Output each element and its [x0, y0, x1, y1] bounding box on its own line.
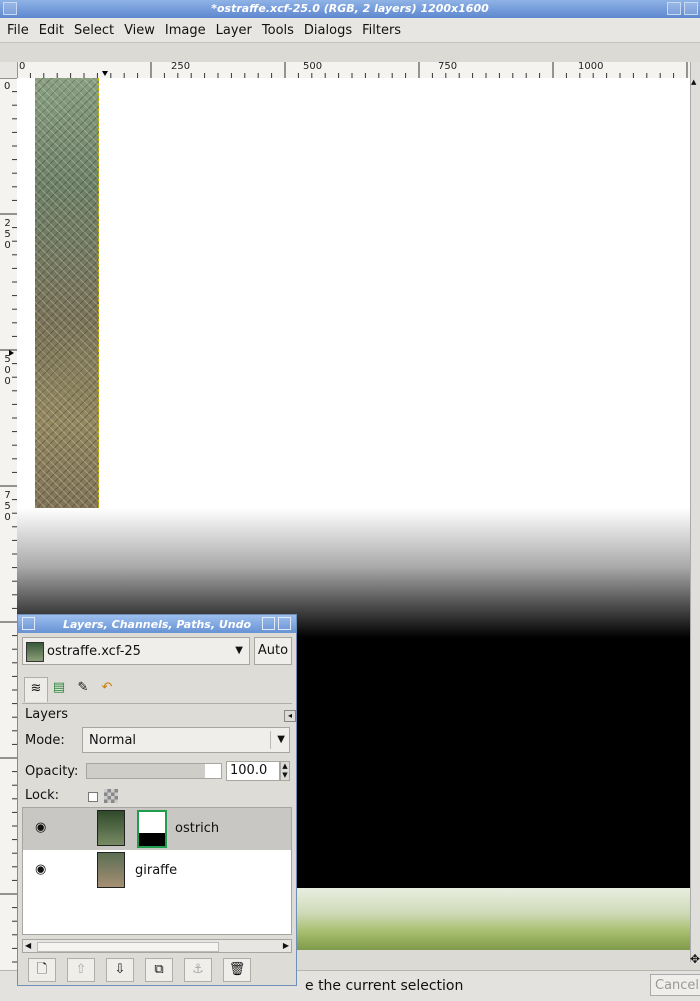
- layer-name: ostrich: [175, 821, 220, 836]
- dock-close-icon[interactable]: [278, 617, 291, 630]
- hruler-label-1000: 1000: [578, 62, 604, 72]
- menu-select[interactable]: Select: [69, 18, 119, 38]
- layer-list-scrollbar[interactable]: ◀ ▶: [22, 939, 292, 953]
- scroll-left-icon[interactable]: ◀: [25, 940, 31, 952]
- hruler-label-750: 750: [438, 62, 458, 72]
- new-layer-button[interactable]: 🗋: [28, 958, 56, 982]
- dock-title: Layers, Channels, Paths, Undo: [62, 618, 252, 631]
- layer-mask-thumbnail[interactable]: [137, 810, 167, 848]
- horizontal-ruler[interactable]: 0 250 500 750 1000: [17, 62, 690, 79]
- vruler-ticks: [0, 78, 17, 963]
- undo-tab-icon[interactable]: ↶: [96, 677, 118, 699]
- lock-alpha-icon: [104, 789, 118, 803]
- chevron-down-icon: ▼: [235, 645, 243, 656]
- mode-label: Mode:: [25, 733, 65, 748]
- chevron-down-icon: ▼: [277, 734, 285, 745]
- hruler-label-500: 500: [303, 62, 323, 72]
- menubar: File Edit Select View Image Layer Tools Dialogs…: [0, 18, 700, 43]
- layers-tab-icon[interactable]: ≋: [24, 677, 48, 702]
- menu-image[interactable]: Image: [160, 18, 211, 38]
- layers-header-label: Layers: [25, 707, 69, 722]
- opacity-spinner[interactable]: ▲ ▼: [280, 761, 290, 781]
- mode-select[interactable]: Normal ▼: [82, 727, 290, 753]
- pointer-marker-icon: [102, 71, 108, 76]
- vruler-label-750: 750: [2, 490, 13, 523]
- layer-name: giraffe: [135, 863, 178, 878]
- delete-layer-button[interactable]: 🗑: [223, 958, 251, 982]
- vertical-ruler[interactable]: 0 250 500 750: [0, 78, 18, 970]
- eye-icon[interactable]: ◉: [35, 820, 46, 835]
- layer-row-giraffe[interactable]: ◉ giraffe: [23, 850, 291, 892]
- layer-button-bar: 🗋 ⇧ ⇩ ⧉ ⚓ 🗑: [22, 957, 292, 983]
- menu-filters[interactable]: Filters: [357, 18, 406, 38]
- status-message: e the current selection: [305, 978, 464, 994]
- minimize-icon[interactable]: [667, 2, 681, 15]
- hruler-label-0: 0: [19, 62, 26, 72]
- paths-tab-icon[interactable]: ✎: [72, 677, 94, 699]
- dock-tabs: ≋ ▤ ✎ ↶: [22, 675, 292, 704]
- layers-dock: Layers, Channels, Paths, Undo ostraffe.x…: [17, 614, 297, 986]
- lock-label: Lock:: [25, 788, 60, 803]
- vertical-scrollbar[interactable]: ▲: [690, 62, 700, 962]
- channels-tab-icon[interactable]: ▤: [48, 677, 70, 699]
- opacity-slider-fill: [87, 764, 205, 778]
- menu-layer[interactable]: Layer: [211, 18, 257, 38]
- anchor-layer-button[interactable]: ⚓: [184, 958, 212, 982]
- maximize-icon[interactable]: [684, 2, 698, 15]
- lower-layer-button[interactable]: ⇩: [106, 958, 134, 982]
- image-selector-label: ostraffe.xcf-25: [47, 644, 141, 659]
- scroll-right-icon[interactable]: ▶: [283, 940, 289, 952]
- scroll-up-icon[interactable]: ▲: [691, 78, 696, 86]
- auto-button[interactable]: Auto: [254, 637, 292, 665]
- image-selector[interactable]: ostraffe.xcf-25 ▼: [22, 637, 250, 665]
- opacity-label: Opacity:: [25, 764, 79, 779]
- layer-thumbnail: [97, 810, 125, 846]
- tab-menu-icon[interactable]: ◂: [284, 710, 296, 722]
- dock-minimize-icon[interactable]: [262, 617, 275, 630]
- menu-tools[interactable]: Tools: [257, 18, 299, 38]
- opacity-value-field[interactable]: 100.0: [226, 761, 280, 781]
- lock-alpha-checkbox[interactable]: [88, 792, 98, 802]
- menu-edit[interactable]: Edit: [34, 18, 69, 38]
- vruler-label-500: 500: [2, 354, 13, 387]
- cancel-button[interactable]: Cancel: [650, 974, 700, 996]
- menu-dialogs[interactable]: Dialogs: [299, 18, 357, 38]
- window-titlebar[interactable]: *ostraffe.xcf-25.0 (RGB, 2 layers) 1200x…: [0, 0, 700, 18]
- eye-icon[interactable]: ◉: [35, 862, 46, 877]
- vruler-label-250: 250: [2, 218, 13, 251]
- menu-file[interactable]: File: [0, 18, 34, 38]
- raise-layer-button[interactable]: ⇧: [67, 958, 95, 982]
- mode-value: Normal: [89, 733, 137, 748]
- duplicate-layer-button[interactable]: ⧉: [145, 958, 173, 982]
- image-thumbnail: [26, 642, 44, 662]
- layer-thumbnail: [97, 852, 125, 888]
- layer-list: ◉ ostrich ◉ giraffe: [22, 807, 292, 935]
- navigate-icon[interactable]: ✥: [690, 950, 700, 968]
- menu-view[interactable]: View: [119, 18, 160, 38]
- dock-titlebar[interactable]: Layers, Channels, Paths, Undo: [18, 615, 296, 633]
- layer-row-ostrich[interactable]: ◉ ostrich: [23, 808, 291, 850]
- opacity-slider[interactable]: [86, 763, 222, 779]
- hruler-label-250: 250: [171, 62, 191, 72]
- vruler-label-0: 0: [4, 81, 11, 92]
- window-title: *ostraffe.xcf-25.0 (RGB, 2 layers) 1200x…: [211, 2, 489, 15]
- image-menu-corner-button[interactable]: [0, 62, 17, 78]
